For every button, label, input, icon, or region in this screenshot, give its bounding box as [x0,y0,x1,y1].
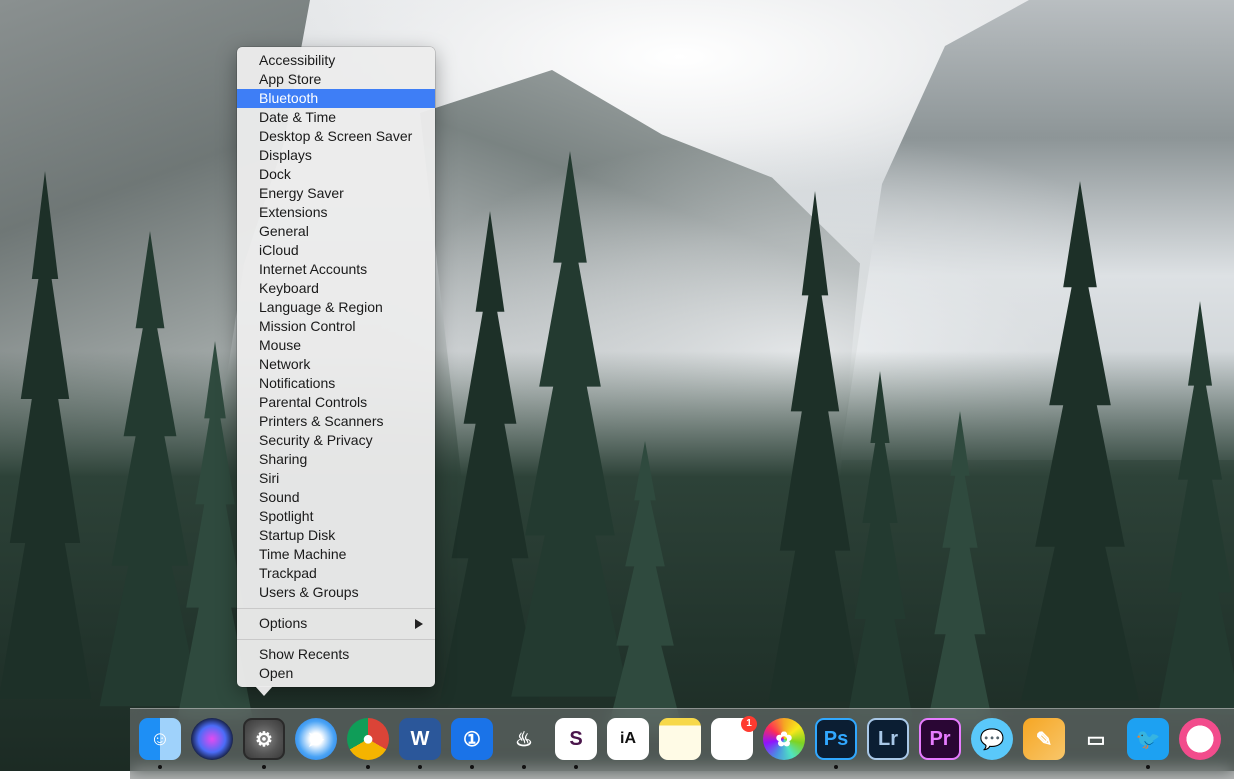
photos-glyph: ✿ [775,728,793,751]
siri-icon[interactable] [191,718,233,760]
menu-item-time-machine[interactable]: Time Machine [237,545,435,564]
menu-item-energy-saver[interactable]: Energy Saver [237,184,435,203]
word-label: W [410,727,430,750]
menu-item-security-privacy[interactable]: Security & Privacy [237,431,435,450]
menu-item-date-time[interactable]: Date & Time [237,108,435,127]
menu-item-accessibility[interactable]: Accessibility [237,51,435,70]
running-indicator [366,765,370,769]
itunes-glyph: ♫ [1192,727,1208,750]
running-indicator [574,765,578,769]
menu-item-app-store[interactable]: App Store [237,70,435,89]
ia-writer-icon[interactable]: iA [607,718,649,760]
alfred-glyph: ♨ [515,728,533,751]
running-indicator [834,765,838,769]
menu-item-options[interactable]: Options [237,614,435,633]
twitter-glyph: 🐦 [1135,728,1161,751]
system-preferences-glyph: ⚙ [255,728,273,751]
menu-item-show-recents[interactable]: Show Recents [237,645,435,664]
menu-item-options-label: Options [259,615,308,631]
menu-item-displays[interactable]: Displays [237,146,435,165]
pages-icon[interactable]: ✎ [1023,718,1065,760]
running-indicator [522,765,526,769]
safari-glyph: ➤ [307,728,325,751]
menu-item-siri[interactable]: Siri [237,469,435,488]
submenu-arrow-icon [415,619,423,629]
photoshop-icon[interactable]: Ps [815,718,857,760]
reminders-glyph: ☰ [723,728,741,751]
system-preferences-icon[interactable]: ⚙ [243,718,285,760]
menu-item-notifications[interactable]: Notifications [237,374,435,393]
alfred-icon[interactable]: ♨ [503,718,545,760]
menu-item-language-region[interactable]: Language & Region [237,298,435,317]
menu-item-extensions[interactable]: Extensions [237,203,435,222]
menu-item-spotlight[interactable]: Spotlight [237,507,435,526]
notification-badge: 1 [741,716,757,732]
reminders-icon[interactable]: ☰ 1 [711,716,757,760]
keynote-icon[interactable]: ▭ [1075,718,1117,760]
dock-context-menu: Accessibility App Store Bluetooth Date & Ti… [237,47,435,687]
menu-item-general[interactable]: General [237,222,435,241]
lightroom-label: Lr [878,727,898,750]
running-indicator [470,765,474,769]
pages-glyph: ✎ [1035,728,1053,751]
running-indicator [158,765,162,769]
slack-label: S [569,727,583,750]
messages-glyph: 💬 [979,728,1005,751]
photos-icon[interactable]: ✿ [763,718,805,760]
menu-item-internet-accounts[interactable]: Internet Accounts [237,260,435,279]
running-indicator [262,765,266,769]
menu-separator [237,639,435,640]
twitter-icon[interactable]: 🐦 [1127,718,1169,760]
menu-item-desktop-screen-saver[interactable]: Desktop & Screen Saver [237,127,435,146]
menu-item-bluetooth[interactable]: Bluetooth [237,89,435,108]
running-indicator [1146,765,1150,769]
menu-item-parental-controls[interactable]: Parental Controls [237,393,435,412]
chrome-glyph: ● [361,727,375,750]
menu-item-sound[interactable]: Sound [237,488,435,507]
menu-item-sharing[interactable]: Sharing [237,450,435,469]
context-menu-pointer [255,686,273,696]
notes-icon[interactable] [659,718,701,760]
desktop-wallpaper [0,0,1234,771]
slack-icon[interactable]: S [555,718,597,760]
menu-item-users-groups[interactable]: Users & Groups [237,583,435,602]
menu-item-trackpad[interactable]: Trackpad [237,564,435,583]
messages-icon[interactable]: 💬 [971,718,1013,760]
onepassword-glyph: ① [463,728,481,751]
menu-item-dock[interactable]: Dock [237,165,435,184]
menu-item-printers-scanners[interactable]: Printers & Scanners [237,412,435,431]
photoshop-label: Ps [823,727,849,750]
menu-item-open[interactable]: Open [237,664,435,683]
premiere-label: Pr [929,727,951,750]
lightroom-icon[interactable]: Lr [867,718,909,760]
menu-item-mission-control[interactable]: Mission Control [237,317,435,336]
safari-icon[interactable]: ➤ [295,718,337,760]
finder-icon[interactable]: ☺ [139,718,181,760]
chrome-icon[interactable]: ● [347,718,389,760]
word-icon[interactable]: W [399,718,441,760]
menu-item-mouse[interactable]: Mouse [237,336,435,355]
premiere-icon[interactable]: Pr [919,718,961,760]
onepassword-icon[interactable]: ① [451,718,493,760]
itunes-icon[interactable]: ♫ [1179,718,1221,760]
finder-glyph: ☺ [149,727,171,750]
keynote-glyph: ▭ [1086,728,1106,751]
ia-writer-label: iA [620,730,636,747]
menu-item-icloud[interactable]: iCloud [237,241,435,260]
menu-separator [237,608,435,609]
running-indicator [418,765,422,769]
menu-item-network[interactable]: Network [237,355,435,374]
menu-item-startup-disk[interactable]: Startup Disk [237,526,435,545]
menu-item-keyboard[interactable]: Keyboard [237,279,435,298]
